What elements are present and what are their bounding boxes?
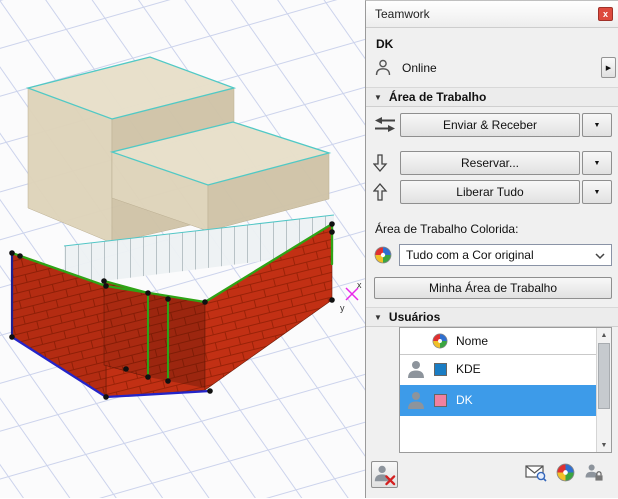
user-color-chip: [434, 363, 447, 376]
status-row: Online ▶: [366, 55, 618, 81]
axis-x-label: x: [357, 280, 362, 290]
release-dropdown-button[interactable]: ▼: [582, 180, 612, 204]
status-label: Online: [402, 61, 437, 75]
status-expand-button[interactable]: ▶: [601, 57, 616, 78]
users-scrollbar[interactable]: ▲ ▼: [596, 328, 611, 452]
palette-bottom-toolbar: [366, 453, 618, 499]
owner-initials: DK: [376, 37, 393, 51]
palette-title: Teamwork: [375, 7, 430, 21]
user-row-kde[interactable]: KDE: [400, 354, 596, 385]
name-column-header: Nome: [456, 334, 488, 348]
user-row-dk[interactable]: DK: [400, 385, 596, 416]
user-lock-icon[interactable]: [584, 463, 604, 482]
search-message-icon[interactable]: [525, 463, 547, 482]
send-receive-button[interactable]: Enviar & Receber: [400, 113, 580, 137]
users-table: Nome KDE DK ▲ ▼: [399, 327, 612, 453]
teamwork-palette: Teamwork x DK Online ▶ ▼ Área de Trabalh…: [365, 0, 618, 498]
person-outline-icon: [375, 59, 391, 76]
collapse-arrow-icon: ▼: [374, 313, 382, 322]
section-header-users[interactable]: ▼ Usuários: [366, 307, 618, 327]
scrollbar-up-arrow[interactable]: ▲: [597, 328, 611, 342]
users-table-header: Nome: [400, 328, 596, 355]
reserve-dropdown-button[interactable]: ▼: [582, 151, 612, 175]
colored-workspace-label: Área de Trabalho Colorida:: [375, 222, 518, 236]
remove-user-button[interactable]: [371, 461, 398, 488]
my-workspace-button[interactable]: Minha Área de Trabalho: [374, 277, 612, 299]
section-workspace-label: Área de Trabalho: [389, 90, 486, 104]
release-row: Liberar Tudo ▼: [366, 180, 618, 204]
release-all-button[interactable]: Liberar Tudo: [400, 180, 580, 204]
avatar-icon: [406, 390, 426, 410]
collapse-arrow-icon: ▼: [374, 93, 382, 102]
color-wheel-icon: [374, 246, 392, 264]
user-name: DK: [456, 393, 473, 407]
viewport-3d[interactable]: x y: [0, 0, 365, 498]
colored-workspace-value: Tudo com a Cor original: [406, 248, 534, 262]
user-color-chip: [434, 394, 447, 407]
user-name: KDE: [456, 362, 481, 376]
send-receive-dropdown-button[interactable]: ▼: [582, 113, 612, 137]
swap-arrows-icon: [373, 116, 397, 133]
section-header-workspace[interactable]: ▼ Área de Trabalho: [366, 87, 618, 107]
send-receive-row: Enviar & Receber ▼: [366, 113, 618, 137]
colored-workspace-row: Tudo com a Cor original: [366, 244, 618, 266]
scrollbar-down-arrow[interactable]: ▼: [597, 438, 611, 452]
colored-workspace-select[interactable]: Tudo com a Cor original: [399, 244, 612, 266]
avatar-icon: [406, 359, 426, 379]
arrow-down-icon: [373, 154, 388, 172]
chevron-down-icon: [595, 253, 605, 260]
reserve-row: Reservar... ▼: [366, 151, 618, 175]
scrollbar-thumb[interactable]: [598, 343, 610, 409]
section-users-label: Usuários: [389, 310, 440, 324]
axis-y-label: y: [340, 303, 345, 313]
close-button[interactable]: x: [598, 7, 613, 21]
arrow-up-icon: [373, 183, 388, 201]
palette-titlebar[interactable]: Teamwork x: [366, 1, 618, 28]
remove-user-icon: [372, 462, 397, 487]
color-wheel-icon: [432, 333, 448, 349]
reserve-button[interactable]: Reservar...: [400, 151, 580, 175]
color-wheel-icon[interactable]: [556, 463, 575, 482]
